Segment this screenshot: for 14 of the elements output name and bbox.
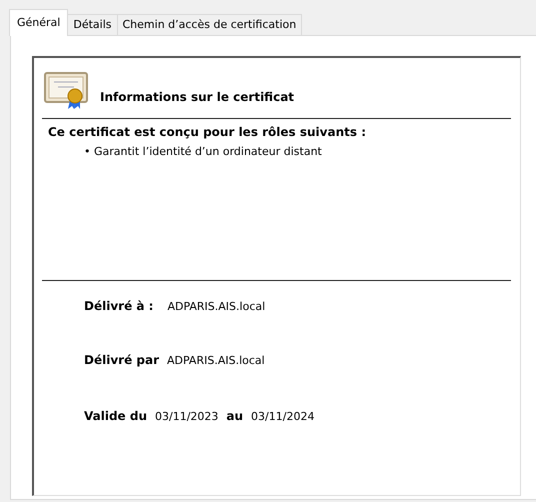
tab[interactable]: Chemin d’accès de certification [116,14,302,35]
tab[interactable]: Général [9,9,68,36]
certificate-icon [44,72,88,110]
issued-to-value: ADPARIS.AIS.local [167,300,266,313]
valid-from-label: Valide du [84,409,147,423]
valid-to-date: 03/11/2024 [251,410,314,423]
issued-by-value: ADPARIS.AIS.local [167,354,265,367]
certificate-title: Informations sur le certificat [100,90,294,106]
purpose-item: • Garantit l’identité d’un ordinateur distant [84,145,323,158]
purpose-heading: Ce certificat est conçu pour les rôles suivants : [48,125,367,139]
issued-by-label: Délivré par [84,353,159,367]
issued-to-label: Délivré à : [84,299,154,313]
valid-to-label: au [226,409,244,423]
valid-from-date: 03/11/2023 [155,410,218,423]
